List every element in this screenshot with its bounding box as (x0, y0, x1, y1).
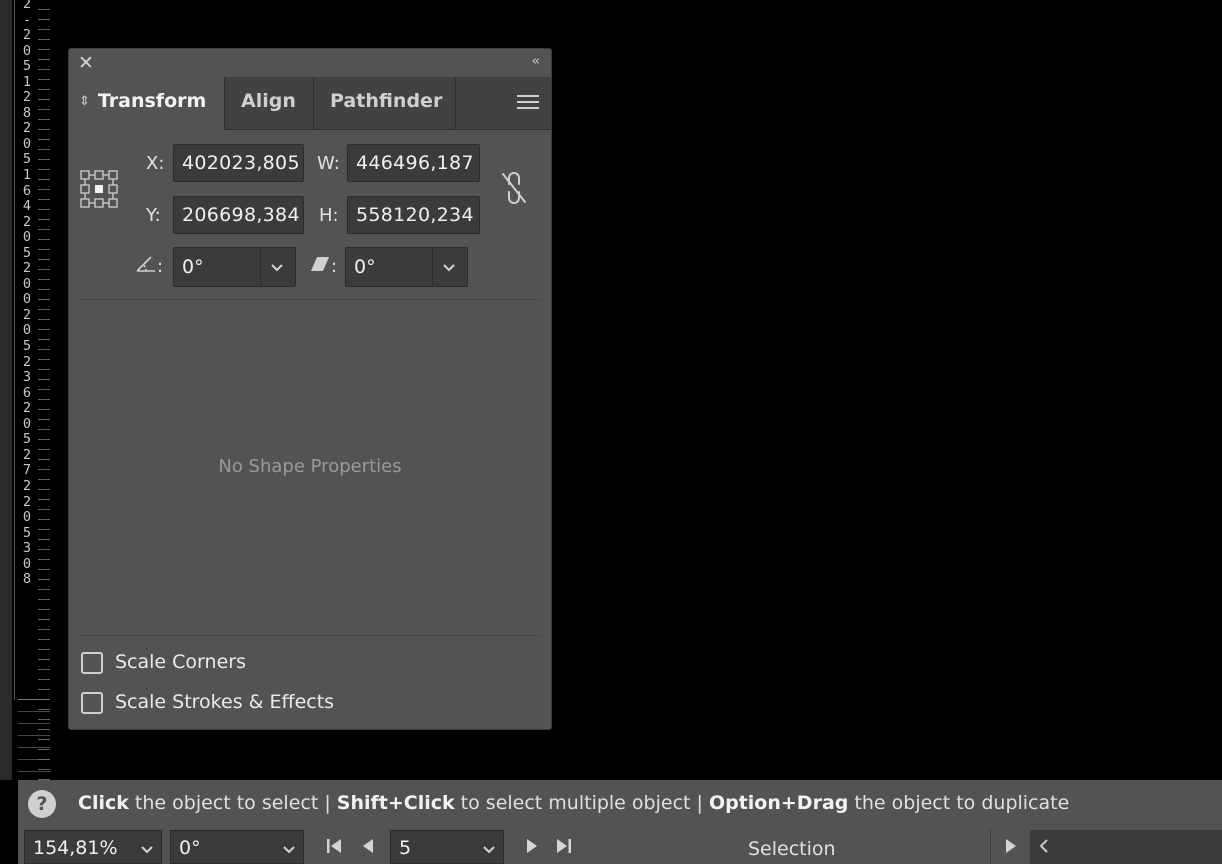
scroll-bar[interactable] (1030, 830, 1222, 864)
width-field[interactable]: 446496,187 (347, 144, 480, 182)
close-panel-icon[interactable]: ✕ (78, 52, 94, 74)
panel-menu-icon[interactable] (517, 95, 539, 109)
w-label: W: (317, 153, 340, 174)
chevron-down-icon[interactable] (479, 839, 499, 859)
no-shape-properties-text: No Shape Properties (218, 456, 402, 477)
tab-pathfinder-label: Pathfinder (330, 90, 443, 112)
current-tool-label: Selection (748, 838, 836, 860)
chevron-down-icon[interactable] (439, 257, 459, 277)
chevron-down-icon[interactable] (137, 839, 157, 859)
tab-transform[interactable]: ⇕ Transform (69, 77, 225, 130)
shear-icon (311, 257, 329, 271)
vertical-ruler[interactable]: 2-205128205164205200205236205272205308 (0, 0, 51, 780)
tab-align-label: Align (241, 90, 296, 112)
zoom-value: 154,81% (33, 837, 118, 859)
transform-panel: ✕ ‹‹ ⇕ Transform Align Pathfinder X: 4020… (68, 48, 552, 730)
sort-arrows-icon: ⇕ (79, 94, 90, 109)
help-icon[interactable]: ? (28, 790, 56, 818)
shear-colon: : (331, 256, 338, 277)
panel-tabs: ⇕ Transform Align Pathfinder (69, 77, 551, 130)
angle-colon: : (157, 256, 164, 277)
shear-angle-value: 0° (354, 256, 376, 278)
panel-titlebar[interactable]: ✕ ‹‹ (69, 49, 551, 77)
artboard-value: 5 (399, 837, 412, 859)
x-field[interactable]: 402023,805 (173, 144, 304, 182)
tab-transform-label: Transform (97, 90, 207, 112)
status-hint: Click the object to select | Shift+Click… (78, 792, 1070, 814)
status-bar: ? Click the object to select | Shift+Cli… (18, 780, 1222, 864)
last-artboard-icon[interactable] (554, 836, 574, 856)
first-artboard-icon[interactable] (324, 836, 344, 856)
y-label: Y: (146, 205, 161, 226)
rotate-angle-icon (136, 256, 155, 272)
ruler-edge (0, 0, 12, 780)
checkbox-box[interactable] (81, 692, 103, 714)
ruler-labels: 2-205128205164205200205236205272205308 (22, 0, 32, 588)
scale-strokes-label: Scale Strokes & Effects (115, 691, 335, 713)
scale-corners-checkbox[interactable]: Scale Corners (81, 651, 281, 678)
artboard-combo[interactable]: 5 (390, 830, 504, 864)
height-field[interactable]: 558120,234 (347, 196, 480, 234)
scale-strokes-checkbox[interactable]: Scale Strokes & Effects (81, 691, 361, 718)
chevron-down-icon[interactable] (279, 839, 299, 859)
separator (990, 830, 991, 864)
y-field[interactable]: 206698,384 (173, 196, 304, 234)
zoom-combo[interactable]: 154,81% (24, 830, 162, 864)
tab-pathfinder[interactable]: Pathfinder (314, 77, 456, 129)
previous-artboard-icon[interactable] (358, 836, 378, 856)
chevron-down-icon[interactable] (267, 257, 287, 277)
scroll-left-icon[interactable] (1036, 836, 1052, 856)
reference-point-icon[interactable] (80, 170, 120, 210)
collapse-panel-icon[interactable]: ‹‹ (532, 54, 541, 69)
rotation-combo[interactable]: 0° (170, 830, 304, 864)
ruler-ticks (38, 0, 50, 780)
x-label: X: (146, 153, 165, 174)
rotate-angle-value: 0° (182, 256, 204, 278)
divider (79, 299, 541, 300)
scale-corners-label: Scale Corners (115, 651, 246, 673)
shear-angle-combo[interactable]: 0° (345, 247, 468, 287)
ruler-lower-ticks (18, 700, 50, 780)
tab-align[interactable]: Align (225, 77, 314, 129)
status-menu-arrow-icon[interactable] (1002, 836, 1020, 856)
rotate-angle-combo[interactable]: 0° (173, 247, 296, 287)
constrain-proportions-icon[interactable] (499, 170, 529, 206)
next-artboard-icon[interactable] (522, 836, 542, 856)
h-label: H: (319, 205, 339, 226)
rotation-value: 0° (179, 837, 201, 859)
checkbox-box[interactable] (81, 652, 103, 674)
divider (79, 635, 541, 636)
